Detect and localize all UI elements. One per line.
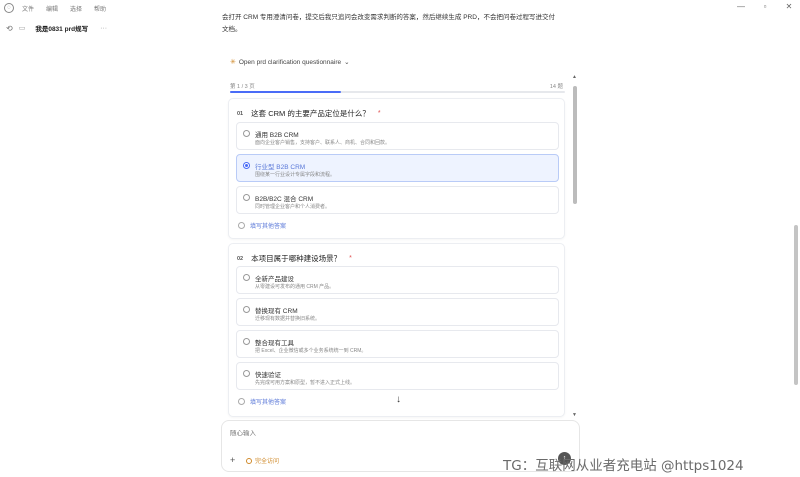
- option-label: 行业型 B2B CRM: [255, 164, 306, 171]
- question-title: 01 这套 CRM 的主要产品定位是什么？ *: [237, 108, 381, 119]
- sidebar: ⟲ ▭ 我是0831 prd规写 ···: [0, 16, 160, 477]
- access-mode-icon: [246, 457, 252, 464]
- sidebar-item-chat[interactable]: ⟲ ▭ 我是0831 prd规写 ···: [6, 23, 156, 34]
- chat-icon: ▭: [18, 25, 26, 32]
- page-indicator: 第 1 / 3 页: [230, 84, 255, 90]
- progress-bar: [230, 91, 565, 93]
- radio-button[interactable]: [243, 274, 250, 281]
- radio-button[interactable]: [243, 370, 250, 377]
- option-desc: 同时管理企业客户和个人消费者。: [255, 204, 331, 210]
- menu-select[interactable]: 选择: [70, 4, 82, 13]
- message-line-2: 文档。: [222, 26, 242, 33]
- watermark-text: TG：互联网从业者充电站 @https1024: [503, 458, 744, 474]
- menu-file[interactable]: 文件: [22, 4, 34, 13]
- access-mode-button[interactable]: 完全访问: [246, 456, 279, 465]
- question-count: 14 题: [549, 84, 563, 90]
- maximize-icon[interactable]: ▫: [760, 2, 770, 11]
- option-integrate-tools[interactable]: 整合现有工具 把 Excel、企业微信或多个业务系统统一到 CRM。: [236, 330, 559, 358]
- other-answer-label: 填写其他答案: [250, 400, 287, 406]
- scroll-down-arrow-icon[interactable]: ↓: [396, 394, 401, 405]
- other-answer-label: 填写其他答案: [250, 224, 287, 230]
- option-desc: 面向企业客户销售，支持客户、联系人、商机、合同和回款。: [255, 140, 391, 146]
- option-label: 整合现有工具: [255, 340, 294, 347]
- page-scrollbar-thumb[interactable]: [794, 225, 798, 385]
- option-desc: 把 Excel、企业微信或多个业务系统统一到 CRM。: [255, 348, 367, 354]
- required-marker: *: [377, 110, 381, 117]
- question-text: 这套 CRM 的主要产品定位是什么？: [251, 109, 370, 118]
- option-label: 替换现有 CRM: [255, 308, 298, 315]
- option-mixed-crm[interactable]: B2B/B2C 混合 CRM 同时管理企业客户和个人消费者。: [236, 186, 559, 214]
- radio-button[interactable]: [238, 398, 245, 405]
- option-desc: 从零建设可发布的通用 CRM 产品。: [255, 284, 335, 290]
- question-number: 02: [237, 255, 244, 262]
- questionnaire-panel: 第 1 / 3 页 14 题 01 这套 CRM 的主要产品定位是什么？ * 通…: [226, 74, 569, 419]
- other-answer-option[interactable]: 填写其他答案: [238, 397, 286, 406]
- scroll-down-icon[interactable]: ▼: [572, 412, 577, 418]
- question-title: 02 本项目属于哪种建设场景？ *: [237, 253, 352, 264]
- progress-fill: [230, 91, 341, 93]
- other-answer-option[interactable]: 填写其他答案: [238, 221, 286, 230]
- message-input[interactable]: [230, 430, 560, 437]
- window-controls: — ▫ ✕: [736, 2, 794, 11]
- option-general-b2b[interactable]: 通用 B2B CRM 面向企业客户销售，支持客户、联系人、商机、合同和回款。: [236, 122, 559, 150]
- question-card-2: 02 本项目属于哪种建设场景？ * 全新产品建设 从零建设可发布的通用 CRM …: [228, 243, 565, 417]
- option-desc: 围绕某一行业设计专属字段和流程。: [255, 172, 336, 178]
- scroll-up-icon[interactable]: ▲: [572, 74, 577, 80]
- more-icon[interactable]: ···: [100, 25, 107, 32]
- option-label: B2B/B2C 混合 CRM: [255, 196, 314, 203]
- option-industry-b2b[interactable]: 行业型 B2B CRM 围绕某一行业设计专属字段和流程。: [236, 154, 559, 182]
- close-icon[interactable]: ✕: [784, 2, 794, 11]
- panel-scrollbar[interactable]: ▲ ▼: [572, 74, 577, 419]
- radio-button-selected[interactable]: [243, 162, 250, 169]
- option-label: 通用 B2B CRM: [255, 132, 299, 139]
- option-new-product[interactable]: 全新产品建设 从零建设可发布的通用 CRM 产品。: [236, 266, 559, 294]
- assistant-message: 会打开 CRM 专用澄清问卷，提交后我只追问会改变需求判断的答案，然后继续生成 …: [222, 12, 582, 36]
- questionnaire-toggle[interactable]: ✳ Open prd clarification questionnaire ⌄: [230, 58, 350, 67]
- radio-button[interactable]: [238, 222, 245, 229]
- question-text: 本项目属于哪种建设场景？: [251, 254, 342, 263]
- option-desc: 先完成可用方案和原型，暂不进入正式上线。: [255, 380, 356, 386]
- sparkle-icon: ✳: [230, 59, 236, 66]
- questionnaire-toggle-label: Open prd clarification questionnaire: [238, 58, 342, 66]
- panel-header: 第 1 / 3 页 14 题: [230, 82, 565, 90]
- back-icon[interactable]: ⟲: [6, 24, 13, 33]
- radio-button[interactable]: [243, 194, 250, 201]
- menu-bar: 文件 编辑 选择 帮助: [22, 4, 106, 13]
- menu-help[interactable]: 帮助: [94, 4, 106, 13]
- access-mode-label: 完全访问: [255, 459, 280, 465]
- menu-edit[interactable]: 编辑: [46, 4, 58, 13]
- minimize-icon[interactable]: —: [736, 2, 746, 11]
- required-marker: *: [349, 255, 352, 262]
- option-desc: 迁移现有数据并替换旧系统。: [255, 316, 321, 322]
- add-attachment-button[interactable]: +: [230, 455, 235, 465]
- option-quick-validation[interactable]: 快速验证 先完成可用方案和原型，暂不进入正式上线。: [236, 362, 559, 390]
- option-label: 快速验证: [255, 372, 281, 379]
- radio-button[interactable]: [243, 338, 250, 345]
- option-label: 全新产品建设: [255, 276, 294, 283]
- question-number: 01: [237, 110, 244, 117]
- option-replace-crm[interactable]: 替换现有 CRM 迁移现有数据并替换旧系统。: [236, 298, 559, 326]
- chevron-down-icon: ⌄: [344, 59, 350, 66]
- message-line-1: 会打开 CRM 专用澄清问卷，提交后我只追问会改变需求判断的答案，然后继续生成 …: [222, 14, 555, 21]
- radio-button[interactable]: [243, 130, 250, 137]
- scrollbar-thumb[interactable]: [573, 86, 577, 204]
- question-card-1: 01 这套 CRM 的主要产品定位是什么？ * 通用 B2B CRM 面向企业客…: [228, 98, 565, 239]
- app-logo-icon: ◌: [4, 3, 14, 13]
- sidebar-item-label: 我是0831 prd规写: [35, 26, 89, 33]
- radio-button[interactable]: [243, 306, 250, 313]
